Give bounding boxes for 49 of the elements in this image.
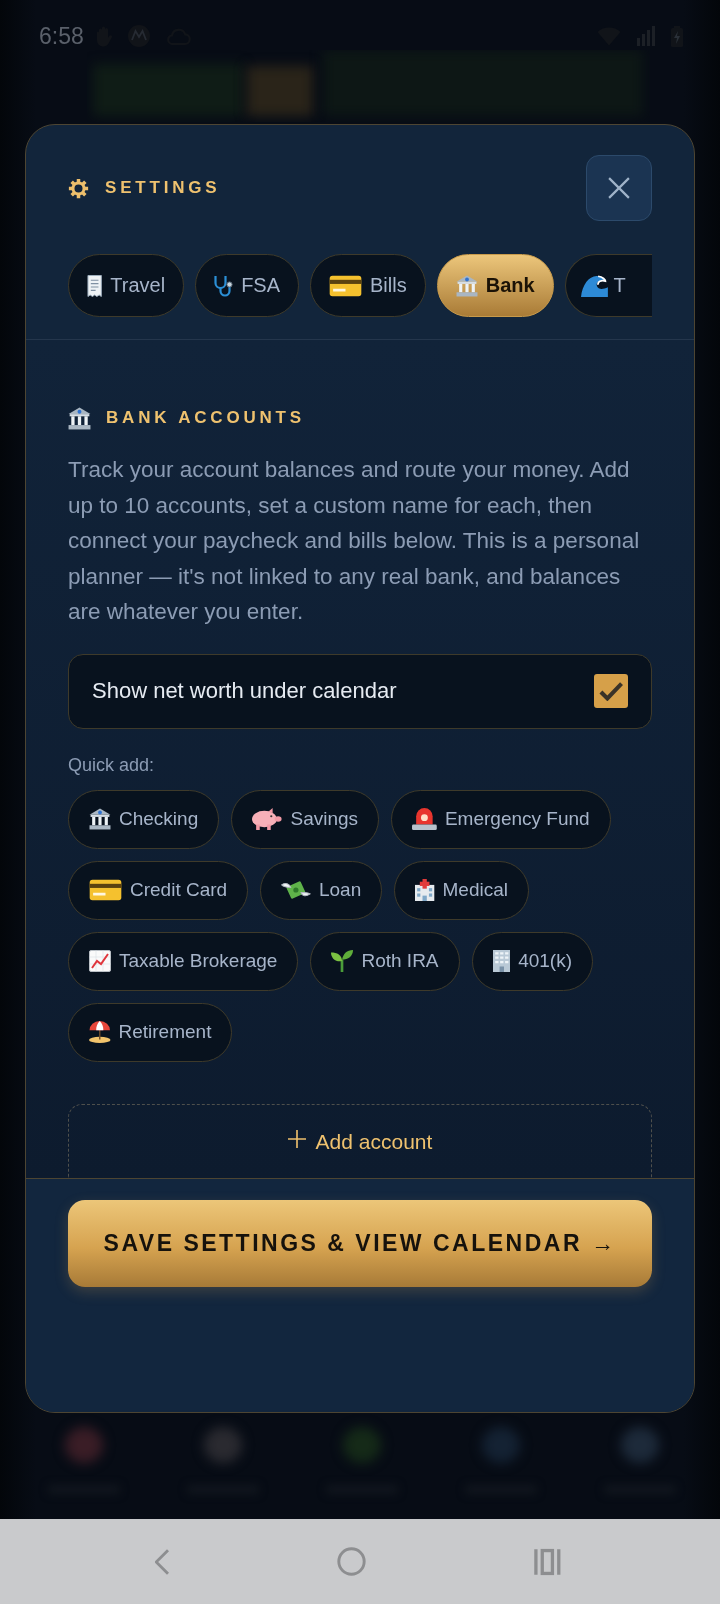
- recents-icon[interactable]: [534, 1547, 561, 1576]
- office-building-icon: [492, 950, 511, 972]
- category-tab[interactable]: Travel: [68, 254, 185, 317]
- bank-building-icon: [455, 274, 478, 297]
- receipt-icon: [87, 274, 103, 297]
- category-tab[interactable]: T: [564, 254, 652, 317]
- credit-card-icon: [89, 879, 122, 901]
- beach-umbrella-icon: [89, 1021, 111, 1043]
- section-description: Track your account balances and route your money. Add up to 10 accounts, set a custom name for each, then connect your paycheck and bills below. This is a personal planner — it's not linked to any real bank, and balances are whatever you enter.: [68, 456, 641, 626]
- bank-building-icon: [89, 808, 111, 830]
- quick-add-chip[interactable]: Medical: [394, 860, 529, 920]
- toggle-label: Show net worth under calendar: [92, 678, 397, 704]
- bank-building-icon: [68, 406, 91, 430]
- quick-add-chip[interactable]: Taxable Brokerage: [68, 931, 299, 991]
- credit-card-icon: [329, 274, 363, 297]
- home-icon[interactable]: [337, 1547, 367, 1576]
- siren-light-icon: [412, 808, 437, 830]
- quick-add-chip[interactable]: Retirement: [68, 1002, 233, 1062]
- close-button[interactable]: [586, 155, 652, 221]
- pig-icon: [252, 808, 283, 830]
- quick-add-chip[interactable]: Checking: [68, 789, 220, 849]
- quick-add-chip[interactable]: Credit Card: [68, 860, 249, 920]
- save-button[interactable]: SAVE SETTINGS & VIEW CALENDAR →: [68, 1200, 652, 1287]
- category-tab[interactable]: Bills: [310, 254, 426, 317]
- dialog-title: SETTINGS: [105, 177, 221, 199]
- quick-add-chip[interactable]: Savings: [231, 789, 380, 849]
- quick-add-label: Quick add:: [68, 753, 155, 776]
- battery-icon: [671, 25, 683, 47]
- hospital-icon: [415, 879, 435, 901]
- winged-banknote-icon: [281, 879, 311, 901]
- check-icon: [598, 681, 624, 701]
- quick-add-chip[interactable]: Loan: [260, 860, 383, 920]
- quick-add-chip[interactable]: Roth IRA: [310, 931, 460, 991]
- quick-add-chip[interactable]: Emergency Fund: [391, 789, 611, 849]
- circle-logo-icon: [127, 25, 150, 47]
- stethoscope-icon: [214, 274, 234, 297]
- status-time: 6:58: [39, 22, 84, 50]
- rising-chart-icon: [89, 950, 111, 972]
- plus-icon: [287, 1129, 306, 1148]
- category-tab[interactable]: Bank: [436, 254, 554, 317]
- back-icon[interactable]: [155, 1548, 170, 1575]
- close-icon: [608, 177, 630, 199]
- section-title: BANK ACCOUNTS: [106, 407, 305, 429]
- category-tab[interactable]: FSA: [195, 254, 300, 317]
- gear-icon: [68, 177, 89, 199]
- seedling-icon: [331, 950, 354, 972]
- quick-add-chip[interactable]: 401(k): [471, 931, 593, 991]
- checkbox[interactable]: [594, 674, 628, 708]
- wave-icon: [580, 274, 608, 297]
